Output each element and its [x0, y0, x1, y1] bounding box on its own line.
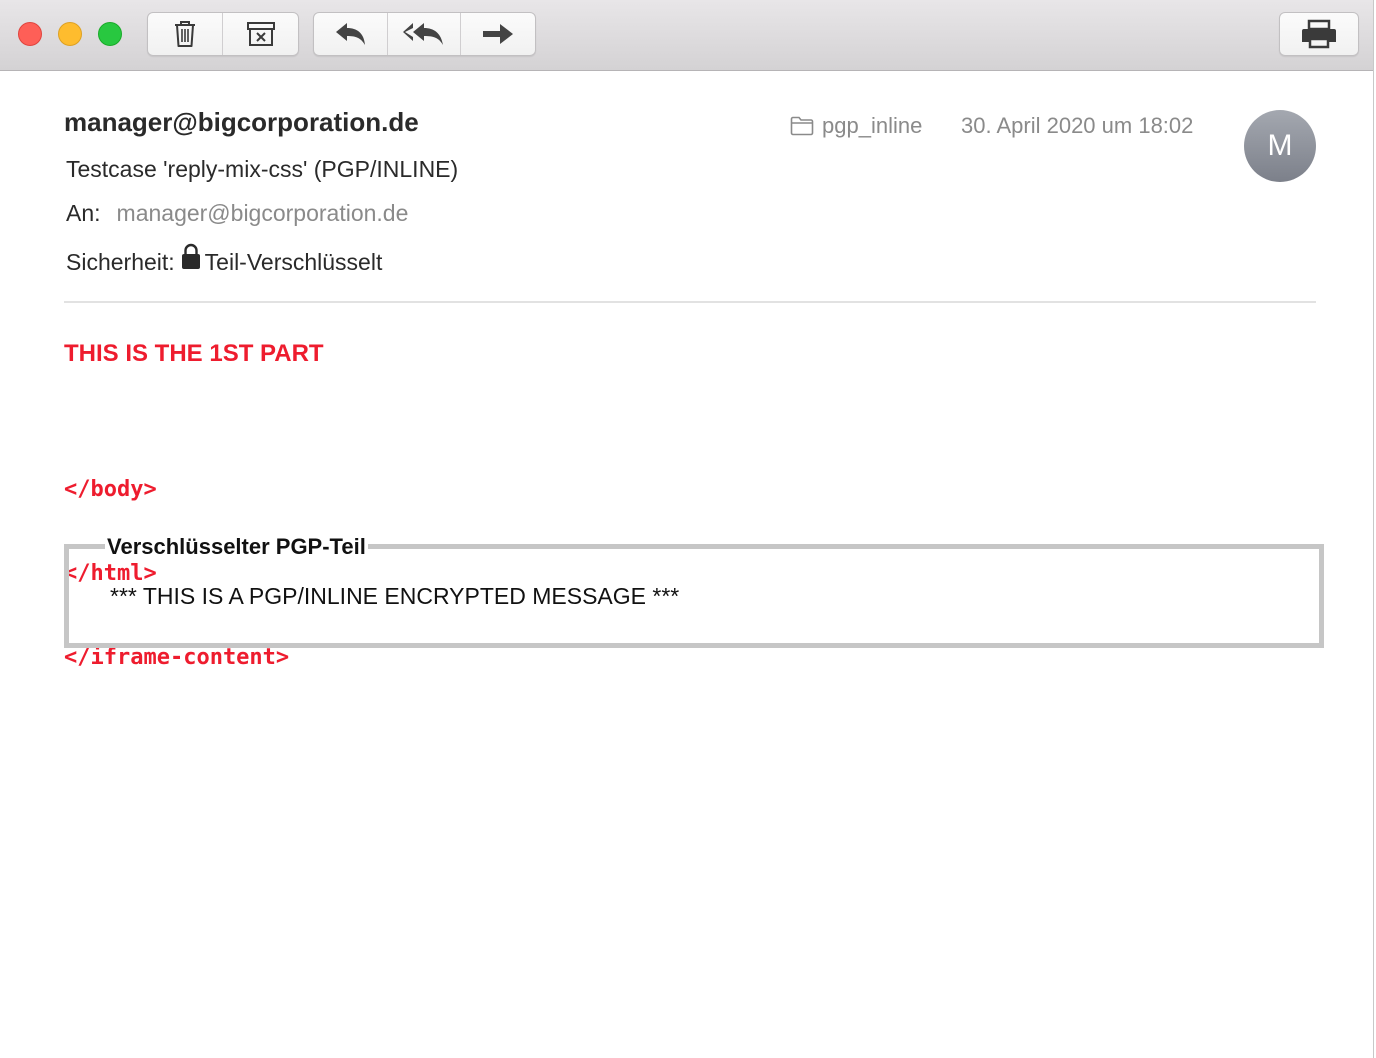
sender-address[interactable]: manager@bigcorporation.de	[64, 107, 419, 138]
message-date: 30. April 2020 um 18:02	[961, 113, 1194, 138]
security-row: Sicherheit: Teil-Verschlüsselt	[66, 236, 382, 276]
forward-button[interactable]	[461, 13, 535, 55]
pgp-part-legend: Verschlüsselter PGP-Teil	[105, 534, 368, 560]
reply-button[interactable]	[314, 13, 388, 55]
recipient-label: An:	[66, 200, 101, 226]
print-button-group	[1279, 12, 1359, 56]
junk-button[interactable]	[223, 13, 298, 55]
mail-message-window: manager@bigcorporation.de Testcase 'repl…	[0, 0, 1374, 1058]
folder-name: pgp_inline	[822, 113, 923, 138]
lock-icon	[181, 243, 200, 269]
junk-box-icon	[246, 22, 275, 46]
code-line: </body>	[64, 477, 157, 502]
pgp-message-text: *** THIS IS A PGP/INLINE ENCRYPTED MESSA…	[110, 583, 680, 609]
print-button[interactable]	[1280, 13, 1358, 55]
message-subject: Testcase 'reply-mix-css' (PGP/INLINE)	[66, 156, 459, 182]
recipient-address[interactable]: manager@bigcorporation.de	[117, 200, 409, 226]
code-line: </iframe-content>	[64, 645, 290, 670]
security-status: Teil-Verschlüsselt	[204, 249, 383, 275]
reply-all-button[interactable]	[388, 13, 462, 55]
maximize-window-button[interactable]	[98, 22, 122, 46]
header-divider	[64, 301, 1316, 303]
folder-icon	[790, 116, 814, 136]
toolbar	[0, 0, 1373, 71]
minimize-window-button[interactable]	[58, 22, 82, 46]
first-part-text: THIS IS THE 1ST PART	[64, 340, 324, 367]
forward-arrow-icon	[483, 24, 514, 44]
printer-icon	[1302, 19, 1336, 49]
reply-arrow-icon	[336, 23, 366, 45]
delete-button[interactable]	[148, 13, 223, 55]
trash-icon	[175, 21, 195, 47]
reply-all-arrow-icon	[403, 23, 443, 45]
sender-avatar: M	[1244, 110, 1316, 182]
security-label: Sicherheit:	[66, 249, 175, 275]
encrypted-pgp-part: Verschlüsselter PGP-Teil *** THIS IS A P…	[64, 534, 1324, 648]
close-window-button[interactable]	[18, 22, 42, 46]
reply-button-group	[313, 12, 536, 56]
mailbox-folder[interactable]: pgp_inline	[790, 113, 922, 139]
recipient-row: An: manager@bigcorporation.de	[66, 200, 408, 227]
delete-junk-button-group	[147, 12, 299, 56]
